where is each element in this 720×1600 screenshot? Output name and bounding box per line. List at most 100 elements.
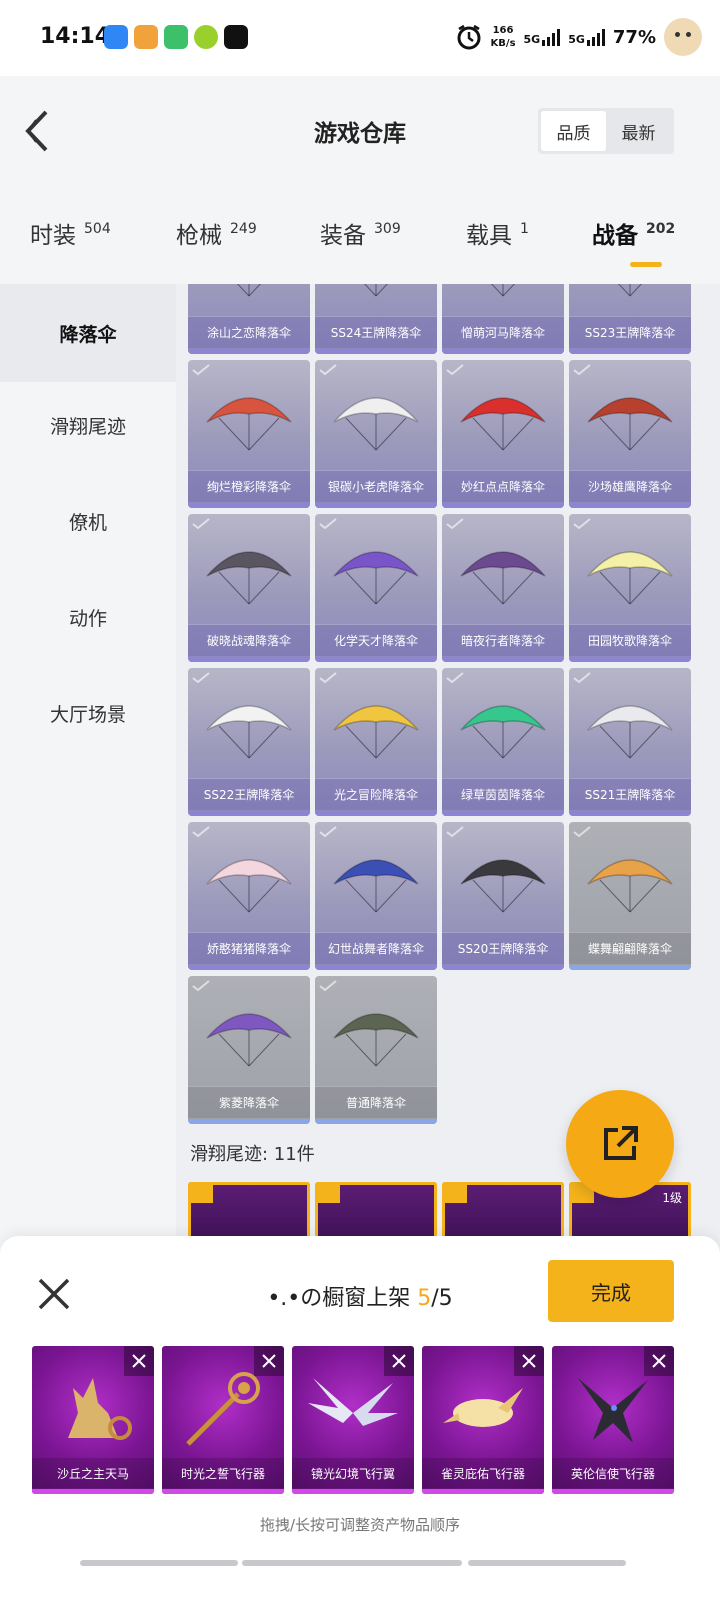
sidebar: 降落伞 滑翔尾迹 僚机 动作 大厅场景 bbox=[0, 284, 176, 1264]
tab-count: 249 bbox=[230, 221, 257, 237]
rarity-bar bbox=[32, 1489, 154, 1494]
parachute-card[interactable]: 暗夜行者降落伞 bbox=[442, 514, 564, 662]
share-button[interactable] bbox=[566, 1090, 674, 1198]
tab-vehicles[interactable]: 载具 1 bbox=[466, 216, 529, 250]
showcase-item[interactable]: 时光之誓飞行器 bbox=[162, 1346, 284, 1494]
parachute-card[interactable]: 娇憨猪猪降落伞 bbox=[188, 822, 310, 970]
parachute-name: 破晓战魂降落伞 bbox=[188, 624, 310, 656]
tab-count: 504 bbox=[84, 221, 111, 237]
remove-icon[interactable] bbox=[384, 1346, 414, 1376]
parachute-name: 光之冒险降落伞 bbox=[315, 778, 437, 810]
remove-icon[interactable] bbox=[254, 1346, 284, 1376]
app-notification-icon bbox=[164, 25, 188, 49]
gesture-bar bbox=[80, 1560, 238, 1566]
remove-icon[interactable] bbox=[644, 1346, 674, 1376]
tab-tactical[interactable]: 战备 202 bbox=[592, 216, 675, 250]
parachute-icon bbox=[206, 705, 292, 759]
check-icon bbox=[319, 672, 337, 684]
showcase-item[interactable]: 镜光幻境飞行翼 bbox=[292, 1346, 414, 1494]
tab-fashion[interactable]: 时装 504 bbox=[30, 216, 111, 250]
parachute-card[interactable]: 憎萌河马降落伞 bbox=[442, 284, 564, 354]
rarity-bar bbox=[569, 965, 691, 970]
status-bar: 14:14 166 KB/s 5G 5G 77% bbox=[0, 0, 720, 76]
parachute-card[interactable]: 紫菱降落伞 bbox=[188, 976, 310, 1124]
parachute-name: 娇憨猪猪降落伞 bbox=[188, 932, 310, 964]
rarity-bar bbox=[442, 657, 564, 662]
parachute-card[interactable]: 涂山之恋降落伞 bbox=[188, 284, 310, 354]
rarity-bar bbox=[315, 965, 437, 970]
status-time: 14:14 bbox=[40, 24, 111, 49]
parachute-name: SS23王牌降落伞 bbox=[569, 316, 691, 348]
parachute-card[interactable]: 绿草茵茵降落伞 bbox=[442, 668, 564, 816]
sort-quality-button[interactable]: 品质 bbox=[541, 111, 606, 151]
showcase-item[interactable]: 沙丘之主天马 bbox=[32, 1346, 154, 1494]
rarity-bar bbox=[188, 965, 310, 970]
parachute-card[interactable]: SS23王牌降落伞 bbox=[569, 284, 691, 354]
network-type: 5G bbox=[523, 33, 541, 46]
tab-label: 时装 bbox=[30, 223, 76, 249]
parachute-card[interactable]: SS20王牌降落伞 bbox=[442, 822, 564, 970]
parachute-card[interactable]: 蝶舞翩翩降落伞 bbox=[569, 822, 691, 970]
rarity-bar bbox=[569, 503, 691, 508]
check-icon bbox=[573, 672, 591, 684]
parachute-name: 憎萌河马降落伞 bbox=[442, 316, 564, 348]
parachute-card[interactable]: 光之冒险降落伞 bbox=[315, 668, 437, 816]
sidebar-item-glide-trail[interactable]: 滑翔尾迹 bbox=[0, 376, 176, 474]
app-notification-icon bbox=[104, 25, 128, 49]
tab-label: 载具 bbox=[466, 223, 512, 249]
parachute-card[interactable]: 绚烂橙彩降落伞 bbox=[188, 360, 310, 508]
sidebar-item-action[interactable]: 动作 bbox=[0, 568, 176, 666]
parachute-icon bbox=[206, 859, 292, 913]
parachute-card[interactable]: 普通降落伞 bbox=[315, 976, 437, 1124]
parachute-icon bbox=[206, 397, 292, 451]
remove-icon[interactable] bbox=[514, 1346, 544, 1376]
tiktok-icon bbox=[224, 25, 248, 49]
parachute-name: 幻世战舞者降落伞 bbox=[315, 932, 437, 964]
signal-icon bbox=[542, 28, 561, 46]
parachute-name: 普通降落伞 bbox=[315, 1086, 437, 1118]
tab-equipment[interactable]: 装备 309 bbox=[320, 216, 401, 250]
sidebar-item-lobby-scene[interactable]: 大厅场景 bbox=[0, 664, 176, 762]
parachute-card[interactable]: SS22王牌降落伞 bbox=[188, 668, 310, 816]
parachute-card[interactable]: SS24王牌降落伞 bbox=[315, 284, 437, 354]
parachute-card[interactable]: 沙场雄鹰降落伞 bbox=[569, 360, 691, 508]
done-button[interactable]: 完成 bbox=[548, 1260, 674, 1322]
parachute-name: 田园牧歌降落伞 bbox=[569, 624, 691, 656]
parachute-card[interactable]: SS21王牌降落伞 bbox=[569, 668, 691, 816]
check-icon bbox=[573, 364, 591, 376]
showcase-item[interactable]: 英伦信使飞行器 bbox=[552, 1346, 674, 1494]
parachute-name: 蝶舞翩翩降落伞 bbox=[569, 932, 691, 964]
remove-icon[interactable] bbox=[124, 1346, 154, 1376]
avatar[interactable] bbox=[664, 18, 702, 56]
sort-latest-button[interactable]: 最新 bbox=[606, 111, 671, 151]
check-icon bbox=[446, 826, 464, 838]
parachute-card[interactable]: 幻世战舞者降落伞 bbox=[315, 822, 437, 970]
parachute-name: 沙场雄鹰降落伞 bbox=[569, 470, 691, 502]
showcase-item-label: 雀灵庇佑飞行器 bbox=[422, 1458, 544, 1488]
parachute-card[interactable]: 妙红点点降落伞 bbox=[442, 360, 564, 508]
app-notification-icon bbox=[134, 25, 158, 49]
parachute-name: 绚烂橙彩降落伞 bbox=[188, 470, 310, 502]
scepter-icon bbox=[186, 1372, 260, 1446]
showcase-item[interactable]: 雀灵庇佑飞行器 bbox=[422, 1346, 544, 1494]
sidebar-item-wingman[interactable]: 僚机 bbox=[0, 472, 176, 570]
parachute-icon bbox=[460, 551, 546, 605]
rarity-bar bbox=[188, 1119, 310, 1124]
parachute-card[interactable]: 银碳小老虎降落伞 bbox=[315, 360, 437, 508]
parachute-icon bbox=[460, 705, 546, 759]
parachute-name: 妙红点点降落伞 bbox=[442, 470, 564, 502]
parachute-name: 银碳小老虎降落伞 bbox=[315, 470, 437, 502]
tab-label: 战备 bbox=[592, 223, 638, 249]
app-notification-icon bbox=[194, 25, 218, 49]
rarity-bar bbox=[315, 349, 437, 354]
parachute-card[interactable]: 田园牧歌降落伞 bbox=[569, 514, 691, 662]
sidebar-item-parachute[interactable]: 降落伞 bbox=[0, 284, 176, 382]
tab-guns[interactable]: 枪械 249 bbox=[176, 216, 257, 250]
check-icon bbox=[192, 826, 210, 838]
showcase-total: /5 bbox=[431, 1286, 453, 1311]
check-icon bbox=[573, 826, 591, 838]
parachute-card[interactable]: 化学天才降落伞 bbox=[315, 514, 437, 662]
reorder-hint: 拖拽/长按可调整资产物品顺序 bbox=[259, 1516, 461, 1534]
parachute-card[interactable]: 破晓战魂降落伞 bbox=[188, 514, 310, 662]
rarity-bar bbox=[315, 811, 437, 816]
